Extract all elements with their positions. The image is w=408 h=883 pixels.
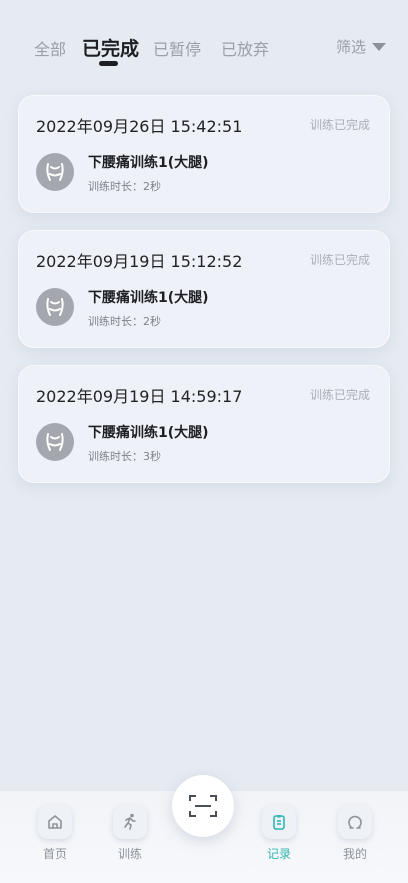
- status-tabs: 全部 已完成 已暂停 已放弃 筛选: [0, 30, 408, 70]
- nav-home[interactable]: 首页: [29, 805, 81, 862]
- scan-icon: [189, 795, 217, 817]
- record-duration: 训练时长：3秒: [88, 450, 161, 463]
- nav-records[interactable]: 记录: [253, 805, 305, 862]
- body-figure-icon: [36, 153, 74, 191]
- running-icon: [113, 805, 147, 839]
- record-status: 训练已完成: [309, 388, 370, 402]
- tab-abandoned[interactable]: 已放弃: [221, 36, 269, 60]
- record-name: 下腰痛训练1(大腿): [88, 290, 209, 306]
- nav-training[interactable]: 训练: [104, 805, 156, 862]
- caret-down-icon: [372, 42, 386, 51]
- home-icon: [38, 805, 72, 839]
- active-tab-indicator: [99, 61, 118, 66]
- bottom-nav: 首页 训练 记录 我的: [0, 775, 408, 883]
- record-status: 训练已完成: [309, 118, 370, 132]
- filter-label: 筛选: [335, 38, 366, 56]
- nav-label: 我的: [342, 847, 367, 861]
- record-duration: 训练时长：2秒: [88, 315, 161, 328]
- record-duration: 训练时长：2秒: [88, 180, 161, 193]
- body-figure-icon: [36, 423, 74, 461]
- record-card[interactable]: 2022年09月26日 15:42:51 训练已完成 下腰痛训练1(大腿) 训练…: [18, 95, 390, 213]
- clipboard-icon: [262, 805, 296, 839]
- user-icon: [338, 805, 372, 839]
- record-datetime: 2022年09月19日 15:12:52: [36, 252, 243, 271]
- record-card[interactable]: 2022年09月19日 15:12:52 训练已完成 下腰痛训练1(大腿) 训练…: [18, 230, 390, 348]
- record-status: 训练已完成: [309, 253, 370, 267]
- tab-completed[interactable]: 已完成: [82, 34, 139, 61]
- scan-button[interactable]: [172, 775, 234, 837]
- body-figure-icon: [36, 288, 74, 326]
- nav-label: 训练: [117, 847, 142, 861]
- nav-label: 记录: [266, 847, 291, 861]
- record-name: 下腰痛训练1(大腿): [88, 155, 209, 171]
- nav-profile[interactable]: 我的: [329, 805, 381, 862]
- record-card[interactable]: 2022年09月19日 14:59:17 训练已完成 下腰痛训练1(大腿) 训练…: [18, 365, 390, 483]
- record-name: 下腰痛训练1(大腿): [88, 425, 209, 441]
- record-datetime: 2022年09月19日 14:59:17: [36, 387, 243, 406]
- tab-all[interactable]: 全部: [34, 36, 66, 60]
- filter-button[interactable]: 筛选: [336, 36, 386, 57]
- record-datetime: 2022年09月26日 15:42:51: [36, 117, 243, 136]
- nav-label: 首页: [42, 847, 67, 861]
- tab-paused[interactable]: 已暂停: [153, 36, 201, 60]
